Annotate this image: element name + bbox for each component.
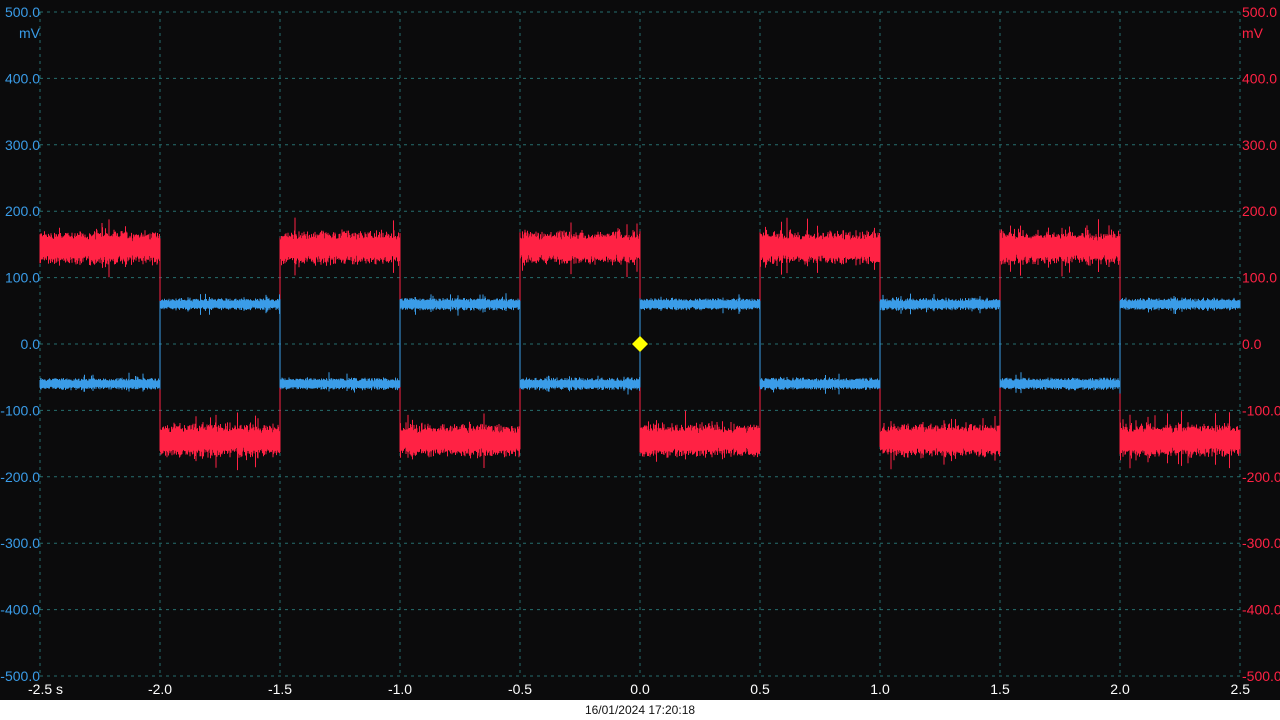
right-axis-tick-label: -100.0 xyxy=(1242,402,1280,418)
left-axis-tick-label: 300.0 xyxy=(5,137,40,153)
x-axis-tick-label: -1.5 xyxy=(268,681,292,697)
left-axis-tick-label: -300.0 xyxy=(0,535,40,551)
left-axis-tick-label: 0.0 xyxy=(21,336,41,352)
x-axis-tick-label: 1.0 xyxy=(870,681,890,697)
x-axis-tick-label: 2.0 xyxy=(1110,681,1130,697)
oscilloscope-plot: mV 500.0 400.0 300.0 200.0 100.0 0.0 -100.0 -20… xyxy=(0,0,1280,700)
capture-timestamp: 16/01/2024 17:20:18 xyxy=(584,703,696,717)
x-axis-tick-label: -2.5 s xyxy=(28,681,63,697)
right-axis-tick-label: 100.0 xyxy=(1242,270,1277,286)
right-axis-tick-label: -300.0 xyxy=(1242,535,1280,551)
left-axis-tick-label: 500.0 xyxy=(5,4,40,20)
right-axis-unit: mV xyxy=(1242,25,1264,41)
status-footer: 16/01/2024 17:20:18 xyxy=(0,700,1280,720)
left-axis-tick-label: -400.0 xyxy=(0,602,40,618)
x-axis-tick-label: -2.0 xyxy=(148,681,172,697)
right-axis-tick-label: 0.0 xyxy=(1242,336,1262,352)
right-axis-tick-label: 300.0 xyxy=(1242,137,1277,153)
left-axis-tick-label: 400.0 xyxy=(5,70,40,86)
right-axis-tick-label: 200.0 xyxy=(1242,203,1277,219)
x-axis-tick-label: 2.5 xyxy=(1231,681,1251,697)
right-axis-tick-label: -200.0 xyxy=(1242,469,1280,485)
left-axis-unit: mV xyxy=(19,25,41,41)
left-axis-tick-label: -100.0 xyxy=(0,402,40,418)
x-axis-tick-label: 0.0 xyxy=(630,681,650,697)
x-axis-tick-label: -0.5 xyxy=(508,681,532,697)
x-axis-tick-label: -1.0 xyxy=(388,681,412,697)
left-axis-tick-label: -200.0 xyxy=(0,469,40,485)
left-axis-tick-label: 200.0 xyxy=(5,203,40,219)
right-axis-tick-label: -400.0 xyxy=(1242,602,1280,618)
left-axis-tick-label: 100.0 xyxy=(5,270,40,286)
right-axis-tick-label: 500.0 xyxy=(1242,4,1277,20)
x-axis-tick-label: 1.5 xyxy=(990,681,1010,697)
right-axis-tick-label: 400.0 xyxy=(1242,70,1277,86)
x-axis-tick-label: 0.5 xyxy=(750,681,770,697)
